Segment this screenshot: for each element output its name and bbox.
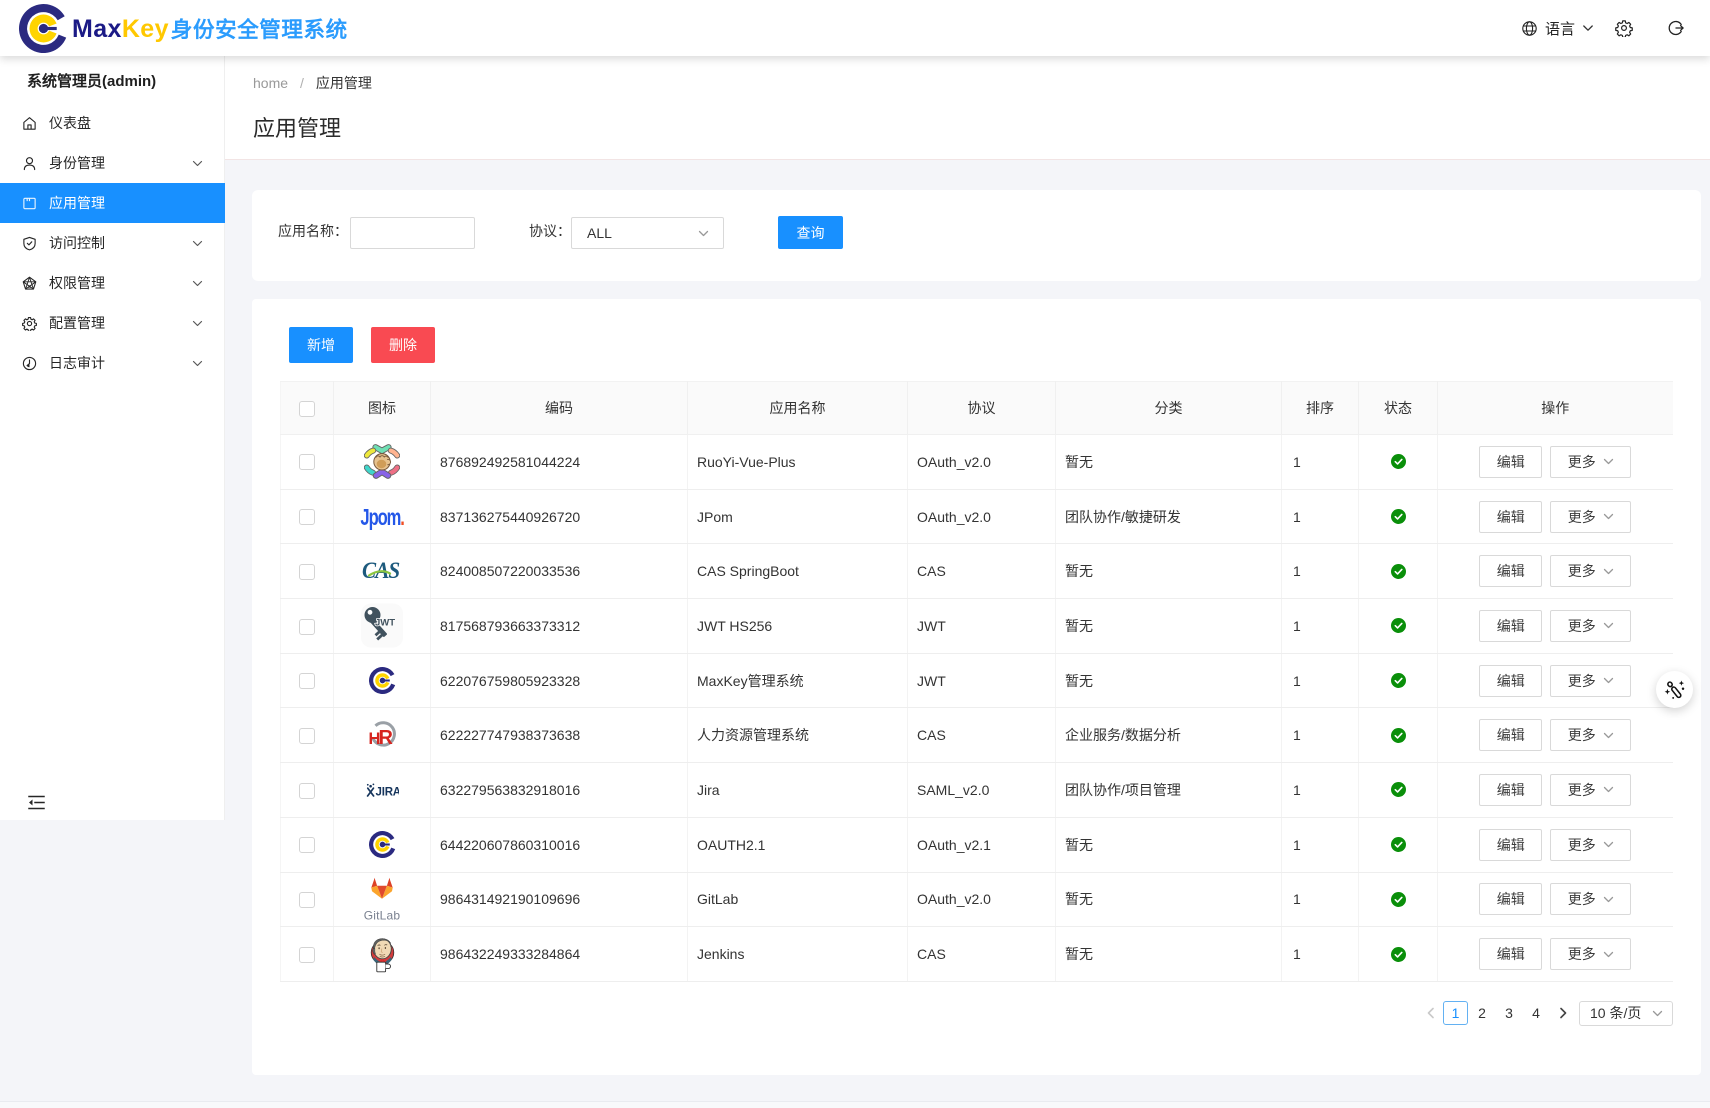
svg-text:R: R — [379, 727, 394, 749]
svg-text:JWT: JWT — [375, 618, 395, 629]
svg-text:GitLab: GitLab — [364, 908, 401, 922]
svg-text:JIRA: JIRA — [375, 786, 399, 797]
